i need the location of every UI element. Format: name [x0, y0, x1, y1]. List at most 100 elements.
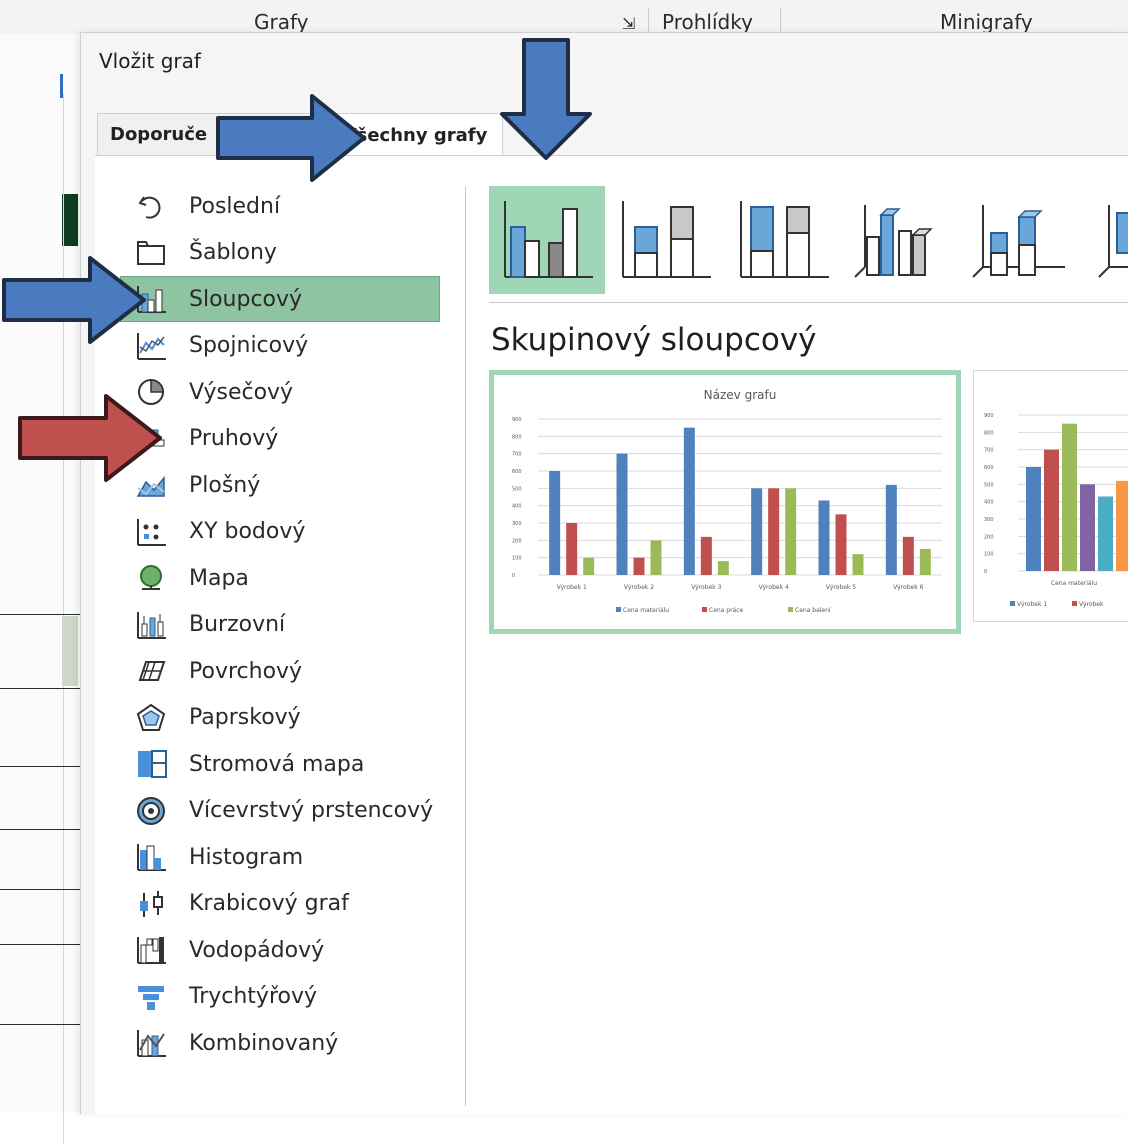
chart-bar — [818, 500, 830, 575]
chart-bar — [1062, 423, 1077, 571]
chart-type-item[interactable]: Vodopádový — [121, 928, 439, 972]
y-tick-label: 100 — [984, 552, 994, 558]
stacked-column-icon — [622, 201, 711, 278]
subtype-title: Skupinový sloupcový — [491, 322, 817, 358]
chart-type-label: XY bodový — [189, 519, 306, 544]
chart-type-label: Spojnicový — [189, 333, 309, 358]
chart-type-label: Histogram — [189, 844, 304, 870]
x-tick-label: Cena materiálu — [1051, 580, 1097, 587]
chart-type-item[interactable]: Pruhový — [121, 417, 439, 461]
y-tick-label: 800 — [512, 434, 522, 440]
legend-swatch — [1010, 601, 1015, 606]
chart-bar — [1080, 484, 1095, 571]
chart-type-label: Stromová mapa — [189, 751, 365, 777]
chart-type-item[interactable]: Povrchový — [121, 649, 439, 693]
annotation-arrow-right-icon — [216, 94, 366, 182]
stacked-100-column-icon — [740, 201, 829, 278]
chart-type-item[interactable]: Kombinovaný — [121, 1021, 439, 1065]
dialog-title: Vložit graf — [99, 49, 201, 73]
chart-bar — [1116, 480, 1128, 571]
x-tick-label: Výrobek 2 — [624, 584, 654, 591]
chart-type-label: Pruhový — [189, 426, 279, 451]
chart-type-label: Povrchový — [189, 658, 303, 684]
chart-type-label: Vodopádový — [189, 937, 325, 963]
chart-type-item[interactable]: Stromová mapa — [121, 742, 439, 786]
chart-bar — [751, 488, 763, 575]
chart-type-item[interactable]: Spojnicový — [121, 324, 439, 368]
chart-type-item[interactable]: Poslední — [121, 184, 439, 228]
radar-chart-icon — [121, 696, 181, 740]
y-tick-label: 200 — [512, 538, 522, 544]
y-tick-label: 500 — [512, 486, 522, 492]
chart-subtype-row — [489, 186, 1128, 296]
tab-label: Doporuče — [110, 124, 208, 145]
chart-type-label: Trychtýřový — [189, 984, 318, 1009]
legend-label: Cena práce — [709, 607, 744, 614]
chart-type-list: Poslední Šablony Sloupcový Spojnicový Výsečo… — [120, 184, 440, 1099]
chart-type-item[interactable]: Výsečový — [121, 370, 439, 414]
sheet-gridline — [0, 889, 80, 890]
chart-bar — [566, 523, 578, 575]
subtype-100-stacked-column[interactable] — [725, 186, 841, 294]
chart-bar — [583, 557, 595, 575]
chart-type-item[interactable]: Trychtýřový — [121, 975, 439, 1019]
subtype-3d-stacked-column[interactable] — [961, 186, 1077, 294]
y-tick-label: 700 — [512, 452, 522, 458]
chart-type-item[interactable]: Krabicový graf — [121, 882, 439, 926]
y-tick-label: 900 — [984, 413, 994, 419]
ribbon-group-grafy: Grafy — [254, 10, 309, 34]
annotation-arrow-right-icon — [18, 394, 162, 482]
sheet-gridline — [0, 766, 80, 767]
chart-bar — [1026, 467, 1041, 571]
x-tick-label: Výrobek 1 — [557, 584, 587, 591]
chart-type-item[interactable]: Burzovní — [121, 603, 439, 647]
x-tick-label: Výrobek 6 — [893, 584, 923, 591]
y-tick-label: 700 — [984, 448, 994, 454]
chart-preview-1[interactable]: Název grafu 0 100 200 300 400 500 600 700 800 900 V… — [489, 370, 961, 634]
surface-chart-icon — [121, 649, 181, 693]
subtype-3d-clustered-column[interactable] — [843, 186, 959, 294]
treemap-icon — [121, 742, 181, 786]
insert-chart-dialog: Vložit graf Doporuče Všechny grafy Posle… — [80, 32, 1128, 1115]
subtype-clustered-column[interactable] — [489, 186, 605, 294]
chart-type-item[interactable]: Plošný — [121, 463, 439, 507]
grafy-launcher-icon[interactable]: ⇲ — [622, 14, 635, 33]
y-tick-label: 900 — [512, 417, 522, 423]
ribbon-group-minigrafy: Minigrafy — [940, 10, 1033, 34]
clustered-column-3d-icon — [854, 205, 933, 278]
chart-type-item[interactable]: XY bodový — [121, 510, 439, 554]
annotation-arrow-down-icon — [500, 38, 592, 160]
chart-type-item[interactable]: Histogram — [121, 835, 439, 879]
panel-divider — [465, 186, 466, 1106]
y-tick-label: 400 — [512, 504, 522, 510]
subtype-3d-100-stacked-column[interactable] — [1079, 186, 1128, 294]
sheet-gridline — [0, 614, 80, 615]
chart-bar — [633, 557, 645, 575]
chart-bar — [616, 453, 628, 575]
chart-type-item[interactable]: Mapa — [121, 556, 439, 600]
legend-swatch — [1072, 601, 1077, 606]
y-tick-label: 300 — [984, 517, 994, 523]
sunburst-icon — [121, 789, 181, 833]
annotation-arrow-right-icon — [2, 256, 146, 344]
chart-type-item[interactable]: Šablony — [121, 231, 439, 275]
chart-type-item[interactable]: Sloupcový — [120, 276, 440, 322]
y-tick-label: 200 — [984, 534, 994, 540]
y-tick-label: 0 — [984, 569, 987, 575]
chart-type-item[interactable]: Paprskový — [121, 696, 439, 740]
chart-type-item[interactable]: Vícevrstvý prstencový — [121, 789, 439, 833]
box-whisker-icon — [121, 882, 181, 926]
chart-type-label: Poslední — [189, 193, 281, 219]
sheet-fragment — [62, 194, 78, 246]
chart-type-label: Plošný — [189, 472, 261, 498]
chart-bar — [1098, 496, 1113, 571]
subtype-stacked-column[interactable] — [607, 186, 723, 294]
chart-preview-2[interactable]: 0 100 200 300 400 500 600 700 800 900 Cena materiá… — [973, 370, 1128, 622]
chart-bar — [852, 554, 864, 575]
chart-type-label: Šablony — [189, 240, 277, 265]
chart-bar — [919, 549, 931, 575]
chart-type-label: Sloupcový — [189, 286, 303, 312]
y-tick-label: 800 — [984, 430, 994, 436]
ribbon-separator — [648, 8, 649, 32]
stacked-column-3d-icon — [972, 205, 1065, 278]
